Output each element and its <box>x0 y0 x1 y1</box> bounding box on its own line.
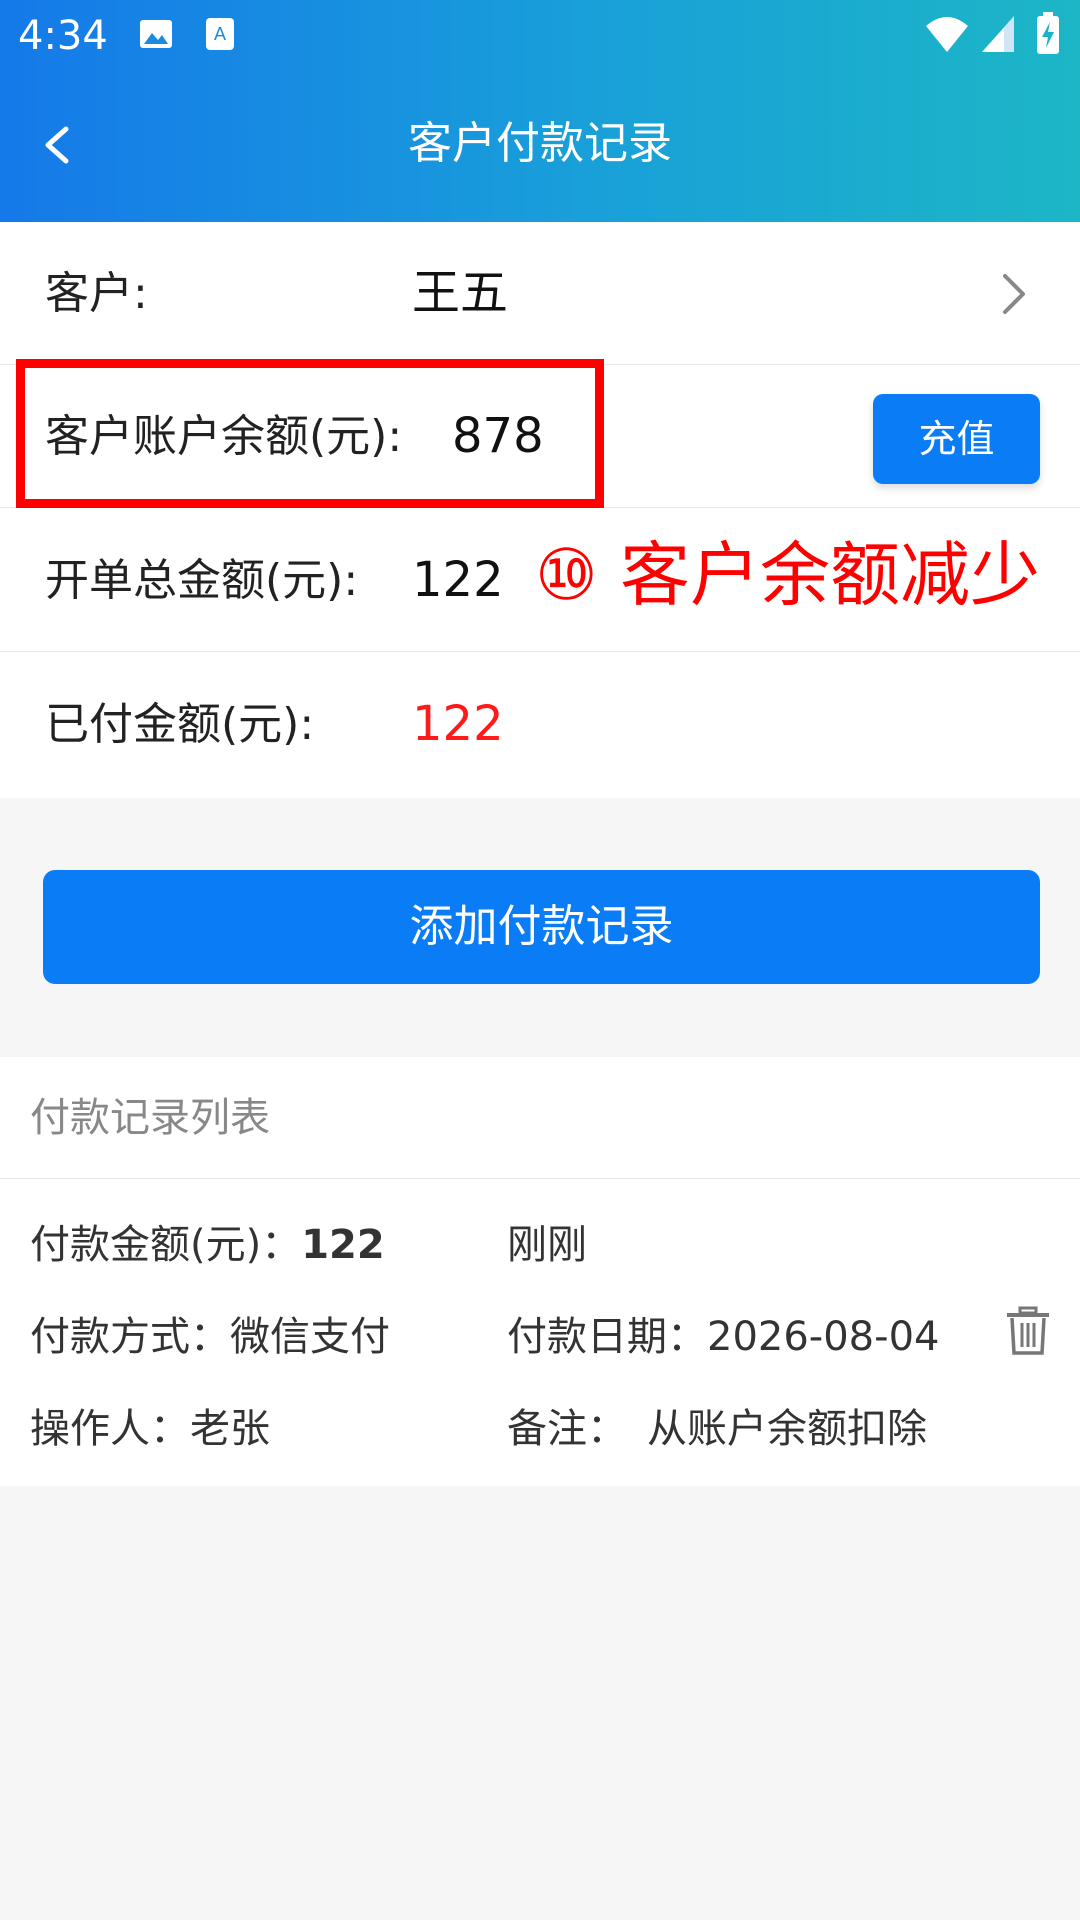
paid-amount-label: 已付金额(元): <box>45 699 315 750</box>
record-amount-value: 122 <box>301 1222 385 1268</box>
paid-amount-row: 已付金额(元): 122 <box>0 653 1080 796</box>
app-header: 4:34 A 客户付款记录 <box>0 0 1080 222</box>
payment-list-header: 付款记录列表 <box>0 1057 1080 1179</box>
image-notification-icon <box>140 20 172 48</box>
record-amount: 付款金额(元)：122 <box>30 1217 385 1273</box>
record-operator-label: 操作人： <box>30 1406 190 1452</box>
total-amount-value: 122 <box>412 552 504 608</box>
svg-text:A: A <box>214 24 226 44</box>
payment-list-title: 付款记录列表 <box>30 1095 270 1141</box>
app-notification-icon: A <box>206 18 234 50</box>
wifi-icon <box>926 17 968 52</box>
annotation-highlight-box <box>16 359 604 508</box>
add-payment-record-button[interactable]: 添加付款记录 <box>43 870 1040 984</box>
record-date: 付款日期：2026-08-04 <box>507 1309 939 1365</box>
record-method-value: 微信支付 <box>230 1314 390 1360</box>
total-amount-label: 开单总金额(元): <box>45 555 359 606</box>
delete-trash-icon[interactable] <box>1003 1306 1053 1356</box>
customer-value: 王五 <box>412 265 509 321</box>
record-method-label: 付款方式： <box>30 1314 230 1360</box>
customer-label: 客户: <box>45 268 148 319</box>
record-method: 付款方式：微信支付 <box>30 1309 390 1365</box>
order-info-card: 客户: 王五 客户账户余额(元): 878 开单总金额(元): 122 已付金额… <box>0 222 1080 798</box>
record-amount-label: 付款金额(元)： <box>30 1222 302 1268</box>
payment-record-item: 付款金额(元)：122 刚刚 付款方式：微信支付 付款日期：2026-08-04… <box>0 1179 1080 1486</box>
customer-row[interactable]: 客户: 王五 <box>0 222 1080 365</box>
record-remark: 备注： 从账户余额扣除 <box>507 1401 927 1457</box>
status-time: 4:34 <box>18 13 108 59</box>
record-operator-value: 老张 <box>190 1406 270 1452</box>
chevron-right-icon <box>1003 274 1025 314</box>
signal-icon <box>982 16 1014 52</box>
page-title: 客户付款记录 <box>408 118 672 169</box>
annotation-text: ⑩ 客户余额减少 <box>535 534 1041 616</box>
recharge-button[interactable]: 充值 <box>873 394 1040 484</box>
record-time: 刚刚 <box>507 1222 587 1268</box>
battery-icon <box>1037 12 1059 54</box>
record-date-label: 付款日期： <box>507 1314 707 1360</box>
record-date-value: 2026-08-04 <box>707 1314 940 1360</box>
paid-amount-value: 122 <box>412 696 504 752</box>
record-remark-value: 从账户余额扣除 <box>647 1406 927 1452</box>
record-remark-label: 备注： <box>507 1406 627 1452</box>
record-operator: 操作人：老张 <box>30 1401 270 1457</box>
